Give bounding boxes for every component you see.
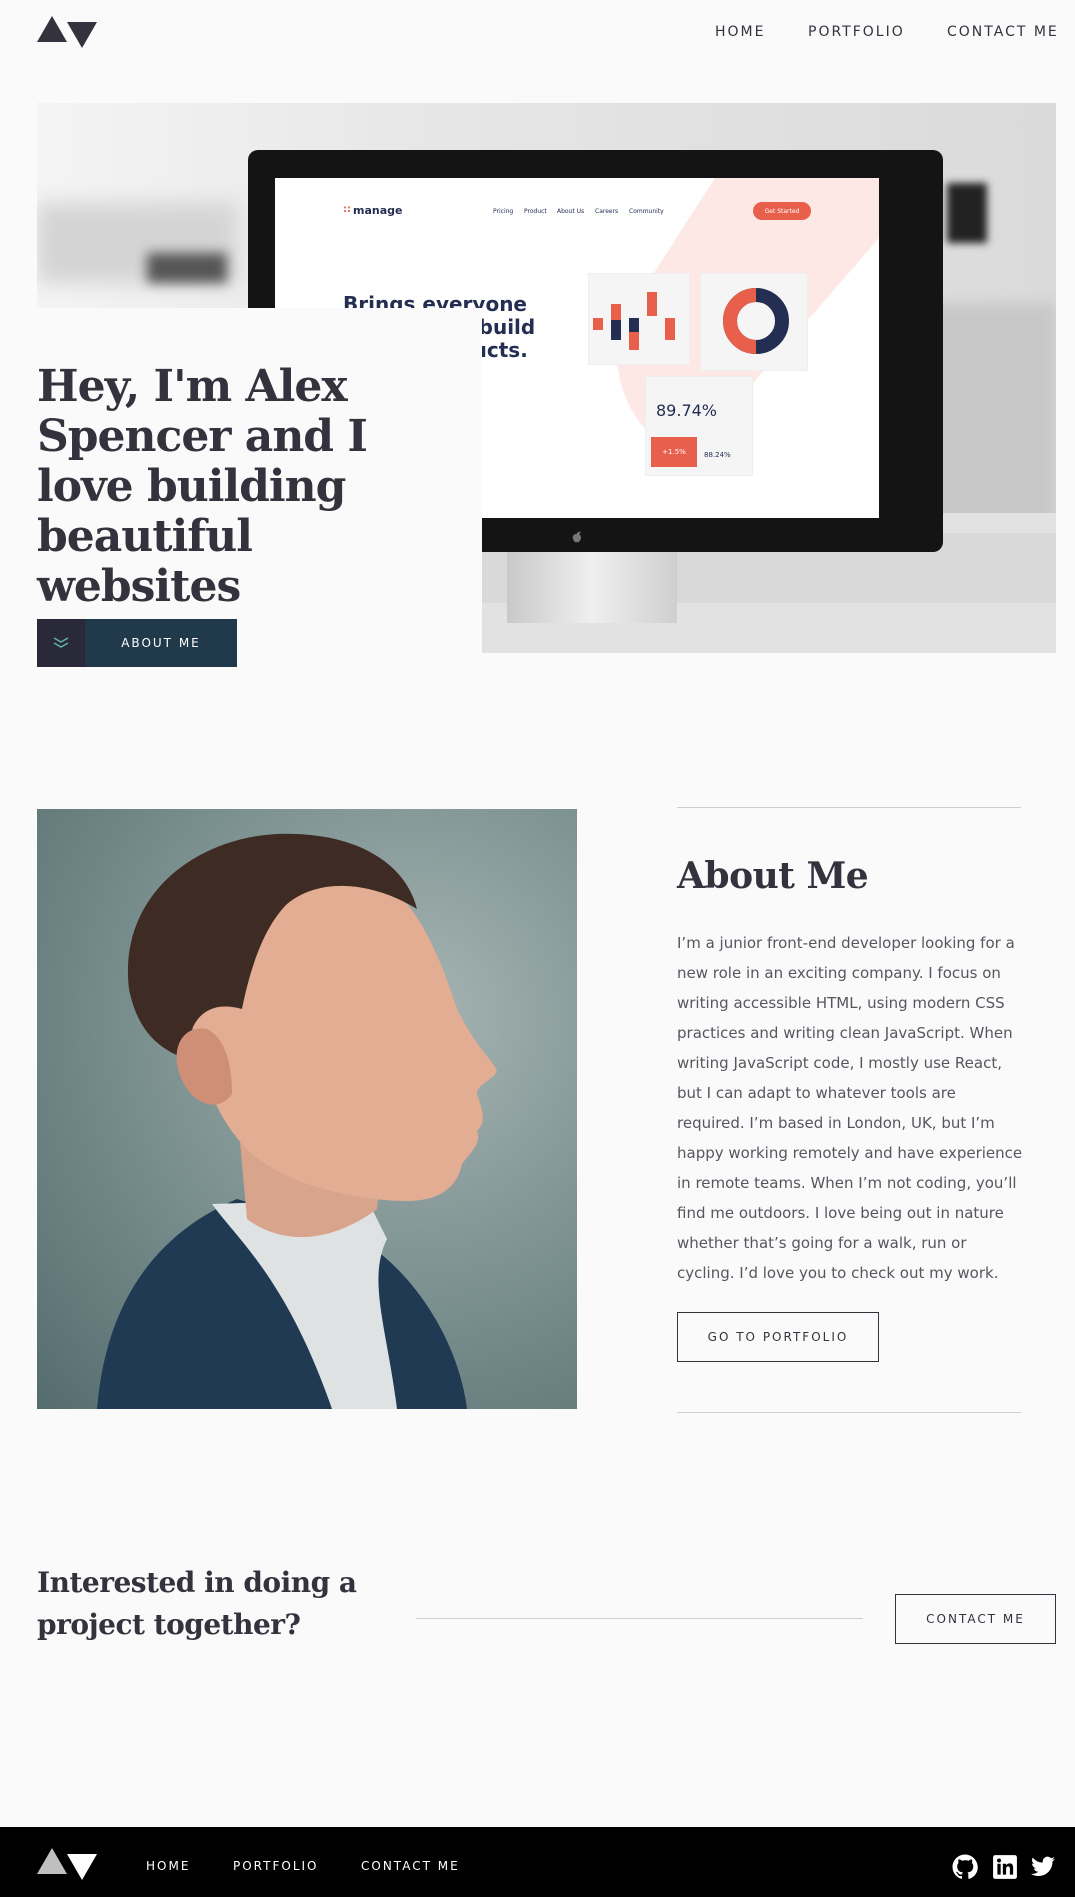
about-me-button-label: ABOUT ME [121,636,201,650]
footer-logo[interactable] [37,1848,97,1880]
github-icon[interactable] [952,1854,978,1880]
mockup-cta: Get Started [753,202,811,220]
mockup-nav-item: Pricing [493,208,514,215]
about-divider-top [677,807,1021,808]
footer-nav-home[interactable]: HOME [146,1859,190,1873]
cta-divider [416,1618,863,1619]
mockup-nav-item: Community [629,208,664,215]
apple-logo-icon [572,531,581,543]
mockup-nav-item: Careers [595,208,619,215]
about-heading: About Me [677,855,869,897]
mockup-donut-card [700,273,808,371]
twitter-icon[interactable] [1030,1854,1056,1880]
logo-icon [37,16,97,48]
mockup-stat-main: 89.74% [656,401,718,420]
mockup-stat-badge: +1.5% [651,437,697,467]
contact-me-button-label: CONTACT ME [926,1612,1025,1626]
nav-portfolio[interactable]: PORTFOLIO [808,24,905,40]
mockup-nav-item: About Us [557,208,585,215]
nav-home[interactable]: HOME [715,24,765,40]
nav-contact-me[interactable]: CONTACT ME [947,24,1059,40]
hero-title: Hey, I'm Alex Spencer and I love buildin… [37,361,368,612]
footer-nav-portfolio[interactable]: PORTFOLIO [233,1859,319,1873]
logo-icon [37,1848,97,1880]
linkedin-icon[interactable] [992,1854,1018,1880]
mockup-bar-card [588,273,690,365]
go-to-portfolio-label: GO TO PORTFOLIO [707,1330,849,1344]
profile-photo [37,809,577,1409]
logo[interactable] [37,16,97,48]
mockup-stats-card: 89.74% +1.5% 88.24% [645,376,753,476]
footer-nav-contact-me[interactable]: CONTACT ME [361,1859,460,1873]
about-divider-bottom [677,1412,1021,1413]
mockup-stat-secondary: 88.24% [704,451,731,459]
cta-title: Interested in doing a project together? [37,1566,357,1641]
about-me-button[interactable]: ABOUT ME [37,619,237,667]
mockup-nav-item: Product [524,208,547,215]
go-to-portfolio-button[interactable]: GO TO PORTFOLIO [677,1312,879,1362]
mockup-brand: manage [353,204,403,217]
contact-me-button[interactable]: CONTACT ME [895,1594,1056,1644]
chevron-down-icon [37,619,85,667]
about-text: I’m a junior front-end developer looking… [677,934,1023,1282]
